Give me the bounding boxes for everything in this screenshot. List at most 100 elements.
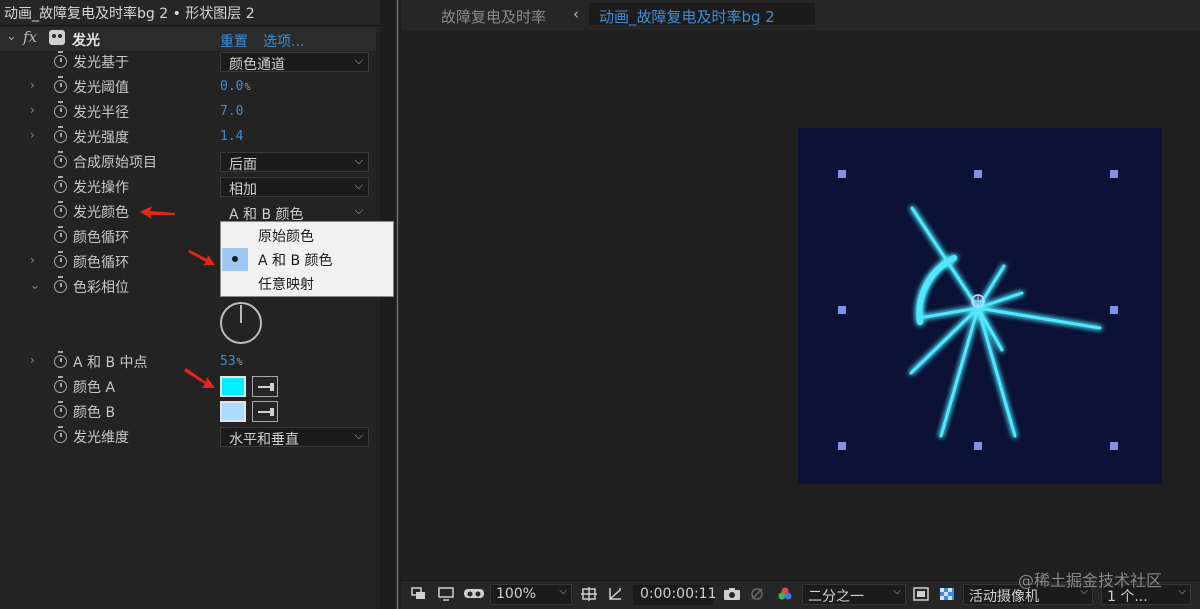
zoom-value: 100% bbox=[496, 586, 537, 602]
glow-colors-menu: 原始颜色 A 和 B 颜色 任意映射 bbox=[220, 221, 394, 297]
composition-canvas[interactable] bbox=[798, 128, 1162, 484]
tab-active-composition[interactable]: 动画_故障复电及时率bg 2 bbox=[589, 3, 815, 26]
stopwatch-icon[interactable] bbox=[54, 76, 67, 93]
stopwatch-icon[interactable] bbox=[54, 226, 67, 243]
effect-controls-panel: 动画_故障复电及时率bg 2 • 形状图层 2 ⌄ fx 发光 重置 选项...… bbox=[0, 0, 394, 609]
resolution-value: 二分之一 bbox=[808, 589, 864, 605]
dropdown-value: 相加 bbox=[229, 182, 257, 198]
color-a-swatch[interactable] bbox=[220, 376, 246, 397]
property-label: 发光基于 bbox=[73, 55, 129, 71]
property-label: 发光强度 bbox=[73, 130, 129, 146]
glow-dimensions-dropdown[interactable]: 水平和垂直 ⌵ bbox=[220, 427, 369, 448]
panel-header: 动画_故障复电及时率bg 2 • 形状图层 2 bbox=[0, 0, 380, 26]
panel-divider[interactable] bbox=[396, 0, 399, 609]
eyedropper-icon[interactable] bbox=[252, 401, 278, 422]
breadcrumb-parent-comp[interactable]: 故障复电及时率 bbox=[441, 6, 546, 27]
tab-label: 动画_故障复电及时率bg 2 bbox=[599, 8, 775, 26]
menu-item-label: A 和 B 颜色 bbox=[258, 253, 333, 269]
grid-guides-icon[interactable] bbox=[581, 587, 597, 601]
glow-colors-dropdown[interactable]: A 和 B 颜色 ⌵ bbox=[220, 202, 369, 223]
vr-glasses-icon[interactable] bbox=[463, 587, 485, 601]
stopwatch-icon[interactable] bbox=[54, 176, 67, 193]
chevron-right-icon[interactable]: › bbox=[30, 253, 35, 267]
property-row-glow-operation: 发光操作 相加 ⌵ bbox=[0, 175, 376, 200]
transform-handle bbox=[1110, 306, 1118, 314]
transform-handle bbox=[1110, 442, 1118, 450]
chevron-left-icon[interactable]: ‹ bbox=[573, 5, 579, 23]
composite-original-dropdown[interactable]: 后面 ⌵ bbox=[220, 152, 369, 173]
transform-handle bbox=[974, 442, 982, 450]
reset-button[interactable]: 重置 bbox=[220, 31, 248, 51]
region-of-interest-icon[interactable] bbox=[913, 587, 929, 601]
glow-operation-dropdown[interactable]: 相加 ⌵ bbox=[220, 177, 369, 198]
property-label: 颜色循环 bbox=[73, 230, 129, 246]
property-label: 发光颜色 bbox=[73, 205, 129, 221]
menu-item-arbitrary-map[interactable]: 任意映射 bbox=[222, 272, 392, 295]
panel-title: 动画_故障复电及时率bg 2 • 形状图层 2 bbox=[4, 6, 255, 22]
property-row-glow-radius: › 发光半径 7.0 bbox=[0, 100, 376, 125]
glow-intensity-value[interactable]: 1.4 bbox=[220, 129, 243, 144]
color-channels-icon[interactable] bbox=[777, 587, 793, 601]
transform-handle bbox=[1110, 170, 1118, 178]
effect-name: 发光 bbox=[72, 33, 100, 49]
options-button[interactable]: 选项... bbox=[263, 31, 304, 51]
resolution-dropdown[interactable]: 二分之一 ⌵ bbox=[802, 584, 906, 605]
chevron-down-icon: ⌵ bbox=[893, 586, 901, 597]
stopwatch-icon[interactable] bbox=[54, 201, 67, 218]
effect-header-glow[interactable]: ⌄ fx 发光 重置 选项... bbox=[0, 27, 376, 51]
transparency-grid-icon[interactable] bbox=[939, 587, 955, 601]
stopwatch-icon[interactable] bbox=[54, 426, 67, 443]
property-row-composite-original: 合成原始项目 后面 ⌵ bbox=[0, 150, 376, 175]
menu-item-ab-colors[interactable]: A 和 B 颜色 bbox=[222, 248, 392, 271]
stopwatch-icon[interactable] bbox=[54, 401, 67, 418]
stopwatch-icon[interactable] bbox=[54, 151, 67, 168]
property-row-glow-intensity: › 发光强度 1.4 bbox=[0, 125, 376, 150]
magnification-dropdown[interactable]: 100% ⌵ bbox=[490, 584, 572, 605]
ab-midpoint-value[interactable]: 53% bbox=[220, 354, 243, 369]
color-phase-dial[interactable] bbox=[220, 302, 262, 344]
always-preview-icon[interactable] bbox=[411, 587, 427, 601]
composition-viewer[interactable] bbox=[401, 30, 1200, 580]
radio-dot-icon bbox=[232, 256, 238, 262]
chevron-down-icon[interactable]: ⌄ bbox=[30, 278, 40, 292]
property-row-color-b: 颜色 B bbox=[0, 400, 376, 425]
camera-snapshot-icon[interactable] bbox=[723, 587, 741, 601]
chevron-down-icon: ⌵ bbox=[354, 54, 363, 67]
chevron-right-icon[interactable]: › bbox=[30, 103, 35, 117]
property-label: 合成原始项目 bbox=[73, 155, 157, 171]
dropdown-value: 颜色通道 bbox=[229, 57, 285, 73]
property-label: 发光阈值 bbox=[73, 80, 129, 96]
chevron-down-icon[interactable]: ⌄ bbox=[6, 29, 17, 44]
transform-handle bbox=[838, 170, 846, 178]
chevron-down-icon: ⌵ bbox=[354, 179, 363, 192]
menu-item-label: 任意映射 bbox=[258, 277, 314, 293]
composition-tabs: 故障复电及时率 ‹ 动画_故障复电及时率bg 2 bbox=[401, 0, 1200, 30]
transform-handle bbox=[974, 170, 982, 178]
stopwatch-icon[interactable] bbox=[54, 101, 67, 118]
glow-based-on-dropdown[interactable]: 颜色通道 ⌵ bbox=[220, 52, 369, 73]
fx-toggle-icon[interactable]: fx bbox=[23, 28, 37, 46]
stopwatch-icon[interactable] bbox=[54, 276, 67, 293]
monitor-icon[interactable] bbox=[438, 587, 454, 601]
glow-threshold-value[interactable]: 0.0% bbox=[220, 79, 251, 94]
property-row-glow-dimensions: 发光维度 水平和垂直 ⌵ bbox=[0, 425, 376, 450]
watermark: @稀土掘金技术社区 bbox=[1018, 571, 1163, 590]
menu-item-original-colors[interactable]: 原始颜色 bbox=[222, 224, 392, 247]
anchor-point-icon[interactable] bbox=[971, 294, 985, 308]
glow-radius-value[interactable]: 7.0 bbox=[220, 104, 243, 119]
chevron-right-icon[interactable]: › bbox=[30, 353, 35, 367]
stopwatch-icon[interactable] bbox=[54, 51, 67, 68]
stopwatch-icon[interactable] bbox=[54, 351, 67, 368]
chevron-right-icon[interactable]: › bbox=[30, 128, 35, 142]
stopwatch-icon[interactable] bbox=[54, 376, 67, 393]
property-label: 发光维度 bbox=[73, 430, 129, 446]
property-label: 颜色 B bbox=[73, 405, 116, 421]
mask-path-icon[interactable] bbox=[607, 587, 623, 601]
eyedropper-icon[interactable] bbox=[252, 376, 278, 397]
stopwatch-icon[interactable] bbox=[54, 251, 67, 268]
show-snapshot-icon[interactable] bbox=[749, 587, 765, 601]
color-b-swatch[interactable] bbox=[220, 401, 246, 422]
chevron-right-icon[interactable]: › bbox=[30, 78, 35, 92]
chevron-down-icon: ⌵ bbox=[354, 204, 363, 217]
stopwatch-icon[interactable] bbox=[54, 126, 67, 143]
